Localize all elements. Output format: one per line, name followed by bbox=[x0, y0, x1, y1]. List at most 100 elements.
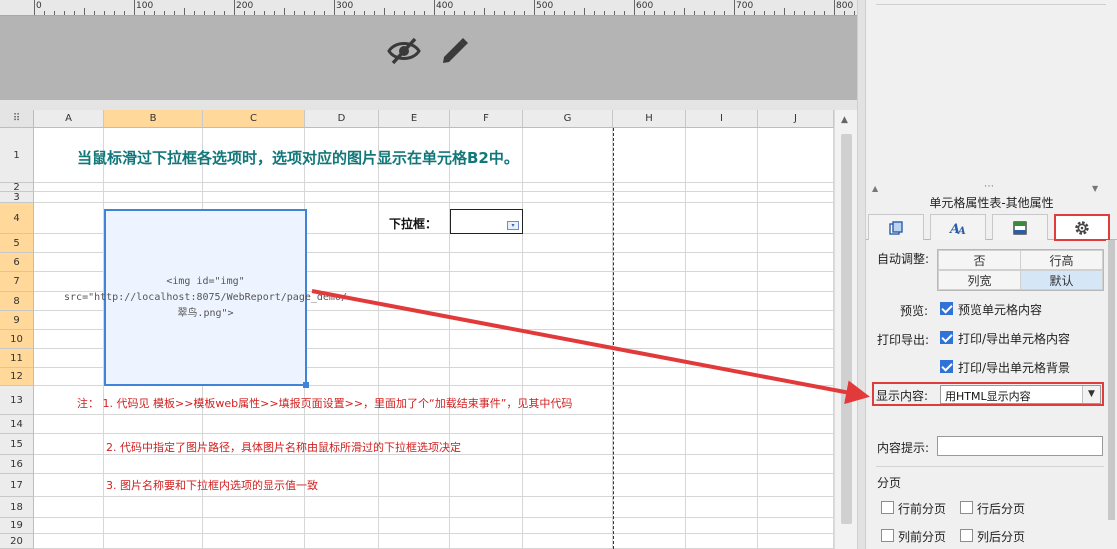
row-header[interactable]: 17 bbox=[0, 474, 34, 497]
scroll-up-icon[interactable]: ▲ bbox=[841, 115, 848, 125]
auto-adjust-no[interactable]: 否 bbox=[938, 250, 1021, 270]
ruler-tick bbox=[734, 0, 735, 15]
row-header[interactable]: 5 bbox=[0, 234, 34, 253]
html-image-cell[interactable]: <img id="img" src="http://localhost:8075… bbox=[64, 209, 347, 388]
panel-vertical-scrollbar[interactable] bbox=[1106, 240, 1117, 549]
content-tip-input[interactable] bbox=[937, 436, 1103, 456]
ruler-label: 500 bbox=[536, 1, 554, 11]
right-upper-panel bbox=[866, 0, 1117, 184]
ruler-tick bbox=[704, 11, 705, 15]
row-header[interactable]: 4 bbox=[0, 203, 34, 234]
auto-adjust-default[interactable]: 默认 bbox=[1020, 270, 1103, 290]
ruler-tick bbox=[64, 11, 65, 15]
ruler-tick bbox=[154, 11, 155, 15]
scroll-thumb[interactable] bbox=[841, 134, 852, 524]
row-header[interactable]: 20 bbox=[0, 534, 34, 549]
display-content-select[interactable]: 用HTML显示内容 ▼ bbox=[940, 385, 1101, 404]
panel-scroll-thumb[interactable] bbox=[1108, 240, 1115, 520]
column-header[interactable]: D bbox=[305, 110, 379, 128]
row-header[interactable]: 14 bbox=[0, 415, 34, 434]
column-header[interactable]: C bbox=[203, 110, 305, 128]
page-before-row-text[interactable]: 行前分页 bbox=[898, 500, 946, 517]
auto-adjust-row-height[interactable]: 行高 bbox=[1020, 250, 1103, 270]
collapse-down-icon[interactable]: ▼ bbox=[1092, 184, 1098, 193]
ruler-label: 100 bbox=[136, 1, 154, 11]
row-header[interactable]: 15 bbox=[0, 434, 34, 455]
page-before-col-checkbox[interactable] bbox=[881, 529, 894, 542]
page-break-line bbox=[613, 128, 614, 549]
ruler-tick bbox=[34, 0, 35, 15]
ruler-tick bbox=[504, 11, 505, 15]
image-cell-code: <img id="img" src="http://localhost:8075… bbox=[64, 275, 347, 319]
row-header[interactable]: 13 bbox=[0, 386, 34, 415]
column-header[interactable]: A bbox=[34, 110, 104, 128]
row-header[interactable]: 7 bbox=[0, 272, 34, 292]
sheet-title-text[interactable]: 当鼠标滑过下拉框各选项时，选项对应的图片显示在单元格B2中。 bbox=[77, 147, 519, 168]
preview-checkbox-text[interactable]: 预览单元格内容 bbox=[958, 301, 1042, 318]
ruler-tick bbox=[404, 11, 405, 15]
ruler-tick bbox=[124, 11, 125, 15]
preview-checkbox[interactable] bbox=[940, 302, 953, 315]
ruler-tick bbox=[744, 11, 745, 15]
print-background-checkbox[interactable] bbox=[940, 360, 953, 373]
tab-font[interactable]: A A bbox=[930, 214, 986, 240]
print-content-text[interactable]: 打印/导出单元格内容 bbox=[958, 330, 1070, 347]
sheet-vertical-scrollbar[interactable]: ▲ bbox=[834, 110, 857, 549]
row-header[interactable]: 10 bbox=[0, 330, 34, 349]
ruler-tick bbox=[264, 11, 265, 15]
spreadsheet-grid[interactable]: ⠿ ABCDEFGHIJ 1 2 3 4 5 6 7 8 9 10 11 12 13 14 15 16 17 18… bbox=[0, 110, 857, 549]
print-background-text[interactable]: 打印/导出单元格背景 bbox=[958, 359, 1070, 376]
page-before-row-checkbox[interactable] bbox=[881, 501, 894, 514]
row-header[interactable]: 6 bbox=[0, 253, 34, 272]
panel-splitter[interactable] bbox=[857, 0, 866, 549]
ruler-tick bbox=[134, 0, 135, 15]
ruler-tick bbox=[444, 11, 445, 15]
pagination-label: 分页 bbox=[877, 476, 902, 490]
grid-row-line bbox=[34, 496, 834, 497]
ruler-tick bbox=[94, 11, 95, 15]
row-header[interactable]: 9 bbox=[0, 311, 34, 330]
dropdown-cell[interactable]: ▾ bbox=[450, 209, 523, 234]
panel-collapse-bar[interactable]: ▲ ⋯ ▼ bbox=[866, 181, 1117, 194]
auto-adjust-col-width[interactable]: 列宽 bbox=[938, 270, 1021, 290]
column-header[interactable]: G bbox=[523, 110, 613, 128]
row-header[interactable]: 1 bbox=[0, 128, 34, 183]
row-header[interactable]: 11 bbox=[0, 349, 34, 368]
row-header[interactable]: 8 bbox=[0, 292, 34, 311]
note-line-2[interactable]: 2. 代码中指定了图片路径，具体图片名称由鼠标所滑过的下拉框选项决定 bbox=[106, 439, 461, 455]
note-line-3[interactable]: 3. 图片名称要和下拉框内选项的显示值一致 bbox=[106, 477, 318, 493]
column-header[interactable]: E bbox=[379, 110, 450, 128]
page-after-col-checkbox[interactable] bbox=[960, 529, 973, 542]
cell-resize-handle[interactable] bbox=[303, 382, 309, 388]
column-header[interactable]: I bbox=[686, 110, 758, 128]
ruler-tick bbox=[824, 11, 825, 15]
column-header[interactable]: B bbox=[104, 110, 203, 128]
row-header[interactable]: 3 bbox=[0, 192, 34, 203]
select-all-corner[interactable]: ⠿ bbox=[0, 110, 34, 128]
eye-slash-icon[interactable] bbox=[386, 33, 422, 69]
row-header[interactable]: 19 bbox=[0, 518, 34, 534]
print-content-checkbox[interactable] bbox=[940, 331, 953, 344]
column-header[interactable]: H bbox=[613, 110, 686, 128]
page-after-row-checkbox[interactable] bbox=[960, 501, 973, 514]
row-header[interactable]: 12 bbox=[0, 368, 34, 386]
page-after-col-text[interactable]: 列后分页 bbox=[977, 528, 1025, 545]
pencil-icon[interactable] bbox=[436, 33, 472, 69]
column-header[interactable]: F bbox=[450, 110, 523, 128]
ruler-tick bbox=[224, 11, 225, 15]
page-before-col-text[interactable]: 列前分页 bbox=[898, 528, 946, 545]
column-header[interactable]: J bbox=[758, 110, 834, 128]
ruler-tick bbox=[464, 11, 465, 15]
row-header[interactable]: 18 bbox=[0, 497, 34, 518]
drag-grip-icon[interactable]: ⋯ bbox=[984, 181, 995, 192]
chevron-down-icon[interactable]: ▼ bbox=[1082, 386, 1100, 403]
row-header[interactable]: 16 bbox=[0, 455, 34, 474]
ruler-tick bbox=[714, 11, 715, 15]
tab-other-properties[interactable] bbox=[1054, 214, 1110, 241]
note-line-1[interactable]: 注： 1. 代码见 模板>>模板web属性>>填报页面设置>>，里面加了个“加载… bbox=[77, 395, 572, 411]
tab-style[interactable] bbox=[868, 214, 924, 240]
page-after-row-text[interactable]: 行后分页 bbox=[977, 500, 1025, 517]
ruler-tick bbox=[634, 0, 635, 15]
tab-format[interactable] bbox=[992, 214, 1048, 240]
collapse-up-icon[interactable]: ▲ bbox=[872, 184, 878, 193]
